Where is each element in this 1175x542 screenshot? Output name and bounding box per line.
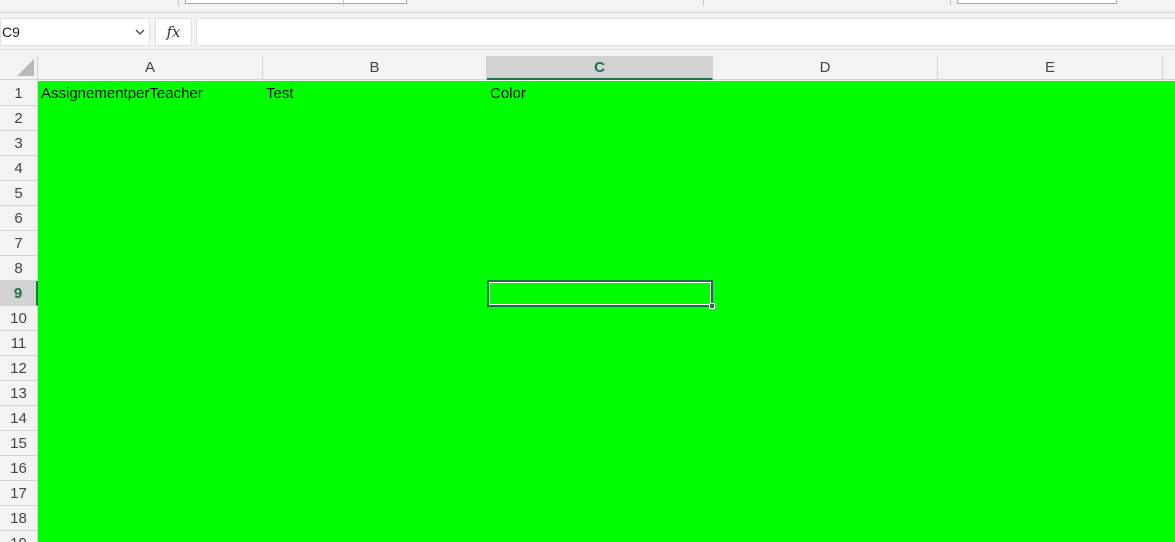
cell-c1[interactable]: Color <box>487 81 713 106</box>
fx-icon: fx <box>166 23 181 41</box>
row-header-15[interactable]: 15 <box>0 431 38 456</box>
ribbon-number-format-box[interactable] <box>957 0 1117 4</box>
cell-a1[interactable]: AssignementperTeacher <box>38 81 263 106</box>
ribbon-divider <box>178 0 179 6</box>
name-box[interactable]: C9 <box>0 18 150 46</box>
column-header-f-partial[interactable] <box>1163 56 1175 80</box>
column-header-d[interactable]: D <box>713 56 938 80</box>
fill-handle[interactable] <box>709 303 715 309</box>
ribbon-remnant <box>0 0 1175 13</box>
row-header-12[interactable]: 12 <box>0 356 38 381</box>
row-header-19[interactable]: 19 <box>0 531 38 542</box>
ribbon-divider <box>950 0 951 6</box>
cell-area[interactable]: AssignementperTeacher Test Color <box>38 81 1175 542</box>
ribbon-divider <box>343 0 344 6</box>
row-header-6[interactable]: 6 <box>0 206 38 231</box>
ribbon-divider <box>703 0 704 6</box>
column-header-e[interactable]: E <box>938 56 1163 80</box>
row-header-8[interactable]: 8 <box>0 256 38 281</box>
excel-window: C9 fx A B C D E 1 2 3 4 5 6 7 8 9 10 11 12 13 14 15 16 1… <box>0 0 1175 542</box>
name-box-value: C9 <box>2 24 20 40</box>
row-header-13[interactable]: 13 <box>0 381 38 406</box>
row-header-5[interactable]: 5 <box>0 181 38 206</box>
insert-function-button[interactable]: fx <box>155 18 192 46</box>
select-all-triangle-icon <box>17 59 34 76</box>
row-header-4[interactable]: 4 <box>0 156 38 181</box>
formula-bar-row: C9 fx <box>0 13 1175 50</box>
row-header-7[interactable]: 7 <box>0 231 38 256</box>
column-header-c[interactable]: C <box>487 56 713 80</box>
row-header-10[interactable]: 10 <box>0 306 38 331</box>
row-header-11[interactable]: 11 <box>0 331 38 356</box>
row-header-1[interactable]: 1 <box>0 81 38 106</box>
ribbon-font-box[interactable] <box>185 0 407 4</box>
row-header-17[interactable]: 17 <box>0 481 38 506</box>
column-header-a[interactable]: A <box>38 56 263 80</box>
row-header-18[interactable]: 18 <box>0 506 38 531</box>
column-header-b[interactable]: B <box>263 56 487 80</box>
row-header-9[interactable]: 9 <box>0 281 38 306</box>
formula-input[interactable] <box>196 18 1175 46</box>
row-header-14[interactable]: 14 <box>0 406 38 431</box>
cell-b1[interactable]: Test <box>263 81 487 106</box>
spreadsheet-grid: A B C D E 12345678910111213141516171819 … <box>0 50 1175 542</box>
row-header-2[interactable]: 2 <box>0 106 38 131</box>
chevron-down-icon[interactable] <box>131 29 149 35</box>
active-cell-c9[interactable] <box>487 280 713 307</box>
row-header-3[interactable]: 3 <box>0 131 38 156</box>
select-all-button[interactable] <box>0 56 38 80</box>
row-header-16[interactable]: 16 <box>0 456 38 481</box>
